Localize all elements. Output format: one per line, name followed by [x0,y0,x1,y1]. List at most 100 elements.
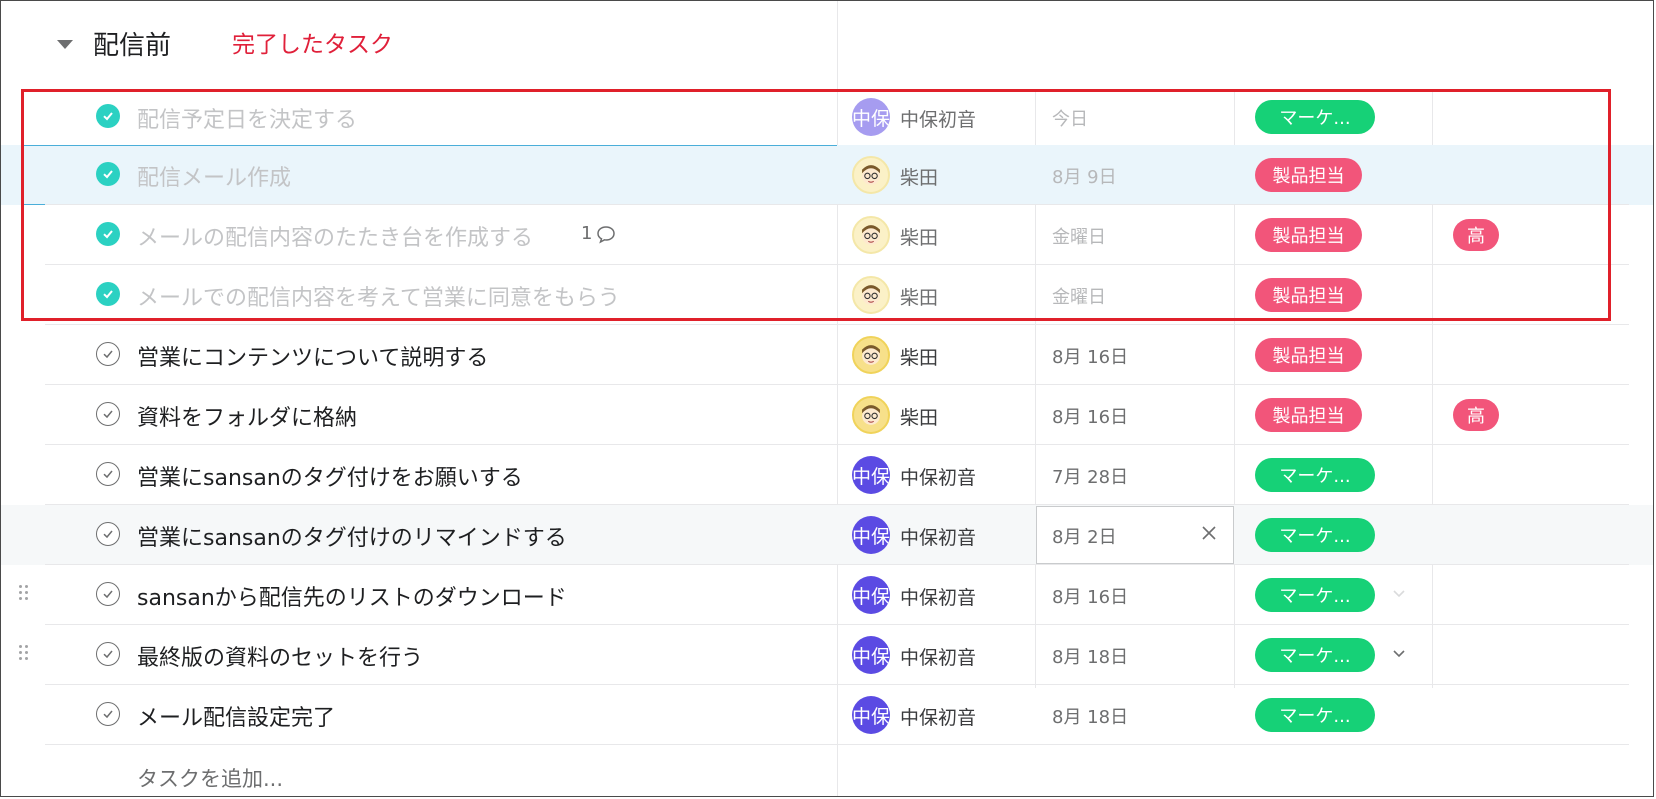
task-row[interactable]: 配信予定日を決定する 中保 中保初音 今日 マーケ... [1,87,1653,147]
task-name[interactable]: メール配信設定完了 [137,700,335,732]
speech-bubble-icon [597,225,616,244]
check-circle-icon[interactable] [96,342,120,366]
due-date[interactable]: 今日 [1052,105,1088,131]
due-date[interactable]: 8月 16日 [1052,403,1128,429]
section-title[interactable]: 配信前 [93,25,171,62]
assignee-name[interactable]: 中保初音 [900,703,976,730]
tag-pill[interactable]: マーケ... [1255,518,1375,552]
check-circle-icon[interactable] [96,402,120,426]
task-row[interactable]: 資料をフォルダに格納 柴田 8月 16日 製品担当 高 [1,385,1653,445]
due-date[interactable]: 8月 16日 [1052,343,1128,369]
close-icon[interactable] [1197,521,1221,545]
task-row[interactable]: 営業にコンテンツについて説明する 柴田 8月 16日 製品担当 [1,325,1653,385]
tag-pill[interactable]: 製品担当 [1255,398,1362,432]
avatar-initials: 中保 [852,465,890,488]
avatar-initials: 中保 [852,705,890,728]
avatar[interactable] [852,336,890,374]
task-row[interactable]: メールの配信内容のたたき台を作成する 1 柴田 金曜日 製品担当 高 [1,205,1653,265]
assignee-name[interactable]: 柴田 [900,343,938,370]
tag-pill[interactable]: マーケ... [1255,638,1375,672]
due-date[interactable]: 金曜日 [1052,283,1106,309]
task-row[interactable]: sansanから配信先のリストのダウンロード 中保 中保初音 8月 16日 マー… [1,565,1653,625]
chevron-down-icon[interactable] [1391,647,1407,661]
tag-pill[interactable]: 製品担当 [1255,158,1362,192]
avatar[interactable]: 中保 [852,636,890,674]
check-circle-icon[interactable] [96,702,120,726]
due-date[interactable]: 8月 9日 [1052,163,1117,189]
task-name[interactable]: 資料をフォルダに格納 [137,400,357,432]
task-name[interactable]: メールでの配信内容を考えて営業に同意をもらう [137,280,620,312]
assignee-name[interactable]: 柴田 [900,163,938,190]
comment-count-label: 1 [581,223,593,244]
tag-pill[interactable]: マーケ... [1255,100,1375,134]
avatar[interactable]: 中保 [852,516,890,554]
check-circle-icon[interactable] [96,582,120,606]
check-circle-icon[interactable] [96,642,120,666]
due-date[interactable]: 8月 16日 [1052,583,1128,609]
avatar-initials: 中保 [852,645,890,668]
task-name[interactable]: 配信予定日を決定する [137,102,357,134]
task-name[interactable]: メールの配信内容のたたき台を作成する [137,220,533,252]
assignee-name[interactable]: 柴田 [900,403,938,430]
task-row[interactable]: 営業にsansanのタグ付けのリマインドする 中保 中保初音 8月 2日 マーケ… [1,505,1653,565]
assignee-name[interactable]: 柴田 [900,223,938,250]
check-circle-icon[interactable] [96,462,120,486]
avatar[interactable] [852,156,890,194]
assignee-name[interactable]: 中保初音 [900,583,976,610]
due-date[interactable]: 7月 28日 [1052,463,1128,489]
avatar[interactable] [852,396,890,434]
avatar[interactable]: 中保 [852,98,890,136]
triangle-down-icon[interactable] [57,39,73,49]
task-name[interactable]: 営業にコンテンツについて説明する [137,340,488,372]
face-icon [862,345,880,365]
task-name[interactable]: 配信メール作成 [137,160,291,192]
due-date[interactable]: 8月 18日 [1052,643,1128,669]
tag-pill[interactable]: 製品担当 [1255,338,1362,372]
task-row[interactable]: メールでの配信内容を考えて営業に同意をもらう 柴田 金曜日 製品担当 [1,265,1653,325]
priority-badge[interactable]: 高 [1453,399,1499,431]
task-row[interactable]: 営業にsansanのタグ付けをお願いする 中保 中保初音 7月 28日 マーケ.… [1,445,1653,505]
assignee-name[interactable]: 中保初音 [900,105,976,132]
task-row[interactable]: 配信メール作成 柴田 8月 9日 製品担当 [1,145,1653,205]
task-name[interactable]: sansanから配信先のリストのダウンロード [137,580,567,612]
check-circle-icon[interactable] [96,282,120,306]
drag-handle-icon[interactable] [19,645,29,663]
task-row[interactable]: メール配信設定完了 中保 中保初音 8月 18日 マーケ... [1,685,1653,745]
tag-pill[interactable]: 製品担当 [1255,218,1362,252]
check-circle-icon[interactable] [96,162,120,186]
add-task-button[interactable]: タスクを追加... [137,763,283,793]
tag-pill[interactable]: マーケ... [1255,698,1375,732]
tag-pill[interactable]: 製品担当 [1255,278,1362,312]
avatar[interactable]: 中保 [852,696,890,734]
comment-count[interactable]: 1 [581,223,616,244]
assignee-name[interactable]: 柴田 [900,283,938,310]
avatar[interactable] [852,216,890,254]
check-circle-icon[interactable] [96,222,120,246]
face-icon [862,285,880,305]
section-header[interactable]: 配信前 [57,21,171,65]
assignee-name[interactable]: 中保初音 [900,523,976,550]
avatar-initials: 中保 [852,107,890,130]
chevron-down-icon[interactable] [1391,587,1407,601]
due-date[interactable]: 8月 18日 [1052,703,1128,729]
avatar[interactable]: 中保 [852,456,890,494]
task-name[interactable]: 営業にsansanのタグ付けのリマインドする [137,520,567,552]
avatar[interactable]: 中保 [852,576,890,614]
task-row[interactable]: 最終版の資料のセットを行う 中保 中保初音 8月 18日 マーケ... [1,625,1653,685]
assignee-name[interactable]: 中保初音 [900,643,976,670]
avatar-initials: 中保 [852,585,890,608]
check-circle-icon[interactable] [96,104,120,128]
due-date[interactable]: 金曜日 [1052,223,1106,249]
avatar[interactable] [852,276,890,314]
drag-handle-icon[interactable] [19,585,29,603]
tag-pill[interactable]: マーケ... [1255,578,1375,612]
check-circle-icon[interactable] [96,522,120,546]
task-name[interactable]: 最終版の資料のセットを行う [137,640,423,672]
due-date[interactable]: 8月 2日 [1052,523,1117,549]
priority-badge[interactable]: 高 [1453,219,1499,251]
annotation-note: 完了したタスク [232,32,393,58]
assignee-name[interactable]: 中保初音 [900,463,976,490]
tag-pill[interactable]: マーケ... [1255,458,1375,492]
avatar-initials: 中保 [852,525,890,548]
task-name[interactable]: 営業にsansanのタグ付けをお願いする [137,460,523,492]
